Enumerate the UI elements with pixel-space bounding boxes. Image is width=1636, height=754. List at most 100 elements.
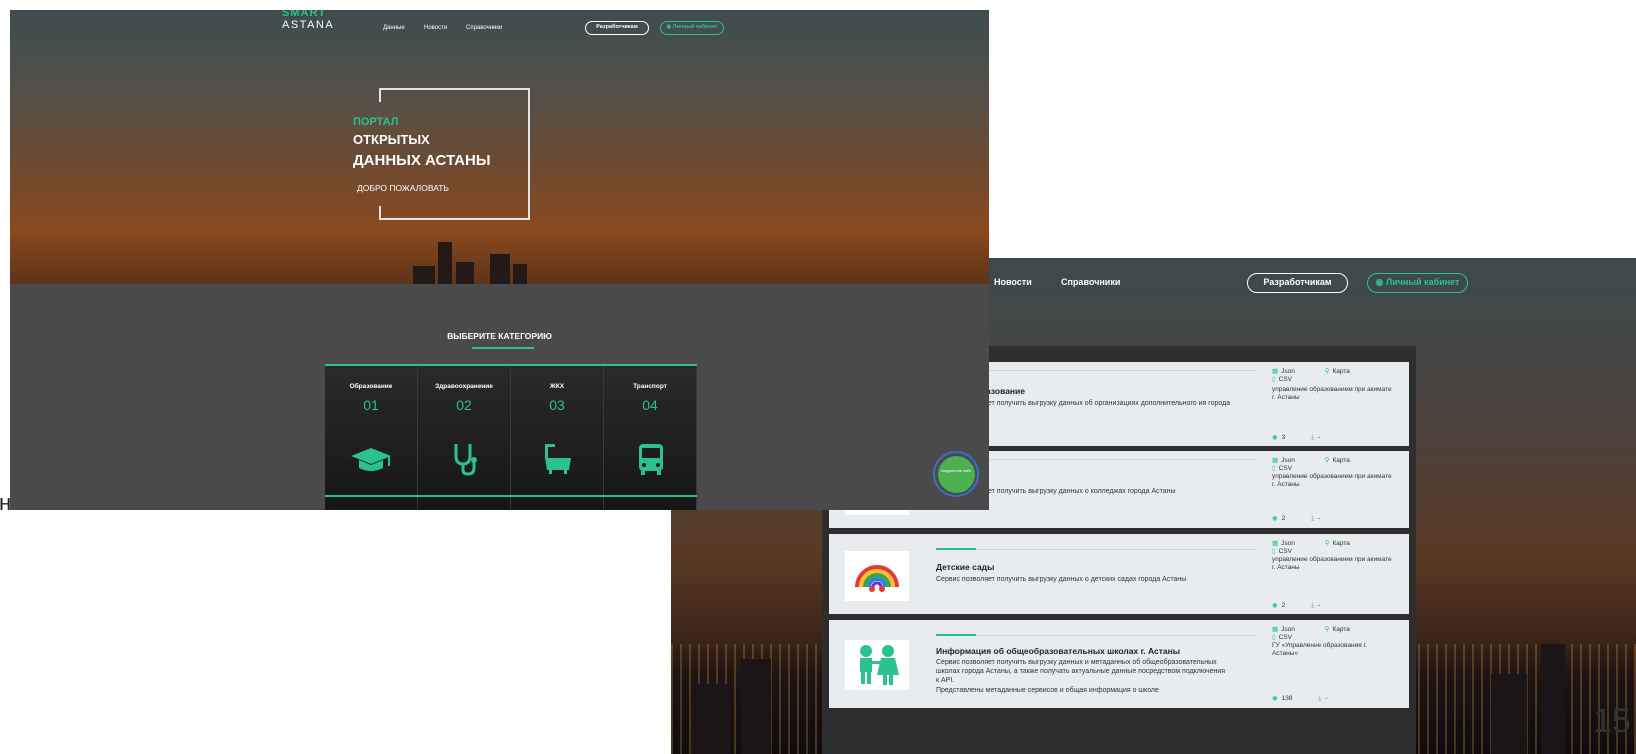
download-count: - [1317,602,1321,609]
map-pin-icon: ⚲ [1324,368,1330,375]
category-transport[interactable]: Транспорт 04 [604,366,697,510]
format-json[interactable]: ▦ Json [1272,626,1309,633]
building [490,254,510,284]
screenshot-home: SMART ASTANA Данные Новости Справочники … [10,10,989,510]
nav-news[interactable]: Новости [424,25,447,31]
developers-button[interactable]: Разработчикам [585,21,649,35]
format-csv[interactable]: ▯ CSV [1272,376,1306,383]
format-json[interactable]: ▦ Json [1272,457,1309,464]
file-icon: ▯ [1272,376,1276,383]
logo-smart[interactable]: SMART [282,10,326,19]
download-count: - [1317,515,1321,522]
format-list: ▦ Json ⚲ Карта ▯ CSV [1272,367,1409,383]
stray-text: н [0,490,12,515]
dataset-description: Сервис позволяет получить выгрузку данны… [936,576,1187,583]
format-label: CSV [1278,465,1292,472]
download-count: - [1325,695,1328,702]
format-label: Json [1281,368,1295,375]
dataset-card[interactable]: Детские сады Сервис позволяет получить в… [829,534,1409,614]
category-housing[interactable]: ЖКХ 03 [511,366,604,510]
format-list: ▦ Json ⚲ Карта ▯ CSV [1272,539,1409,555]
download-icon: ⤓ [1318,695,1322,702]
format-json[interactable]: ▦ Json [1272,540,1309,547]
dataset-owner: управление образованием при акимате г. А… [1272,386,1392,401]
table-icon: ▦ [1272,457,1279,464]
category-name: Здравоохранение [435,383,493,390]
hero-welcome: ДОБРО ПОЖАЛОВАТЬ [357,183,449,193]
building [456,262,474,284]
dataset-title[interactable]: Информация об общеобразовательных школах… [936,646,1180,656]
format-map[interactable]: ⚲ Карта [1325,626,1364,633]
user-icon: ◉ [1375,277,1386,287]
format-label: Json [1281,457,1295,464]
hero-title-data: ДАННЫХ АСТАНЫ [353,152,491,169]
category-grid: Образование 01 Здравоохранение 02 ЖКХ 03… [325,364,697,510]
category-name: ЖКХ [549,383,565,390]
format-map[interactable]: ⚲ Карта [1325,457,1364,464]
category-healthcare[interactable]: Здравоохранение 02 [418,366,511,510]
format-csv[interactable]: ▯ CSV [1272,548,1306,555]
dataset-stats: ◉ 2 ⤓ - [1272,514,1320,523]
stethoscope-icon [418,442,510,476]
category-number: 03 [549,397,565,413]
hero-title-portal: ПОРТАЛ [353,116,399,128]
format-label: Json [1281,540,1295,547]
dataset-stats: ◉ 138 ⤓ - [1272,694,1327,703]
dataset-thumbnail-rainbow [845,551,909,601]
dataset-description: ет позволяет получить выгрузку данных об… [953,400,1231,416]
format-map[interactable]: ⚲ Карта [1325,368,1364,375]
nav-references[interactable]: Справочники [1061,277,1120,287]
format-list: ▦ Json ⚲ Карта ▯ CSV [1272,625,1409,641]
children-icon [860,645,899,685]
format-map[interactable]: ⚲ Карта [1325,540,1364,547]
category-grid-bottom-line [325,495,697,497]
view-count: 138 [1281,695,1293,702]
categories-heading: ВЫБЕРИТЕ КАТЕГОРИЮ [447,331,552,341]
cabinet-label: Личный кабинет [1385,277,1460,287]
dataset-thumbnail-kids [845,640,909,690]
nav-references[interactable]: Справочники [466,25,502,31]
table-icon: ▦ [1272,368,1279,375]
help-button[interactable]: Нарушение сайт [933,451,979,497]
format-csv[interactable]: ▯ CSV [1272,634,1306,641]
building [413,266,435,284]
view-count: 2 [1281,602,1286,609]
view-count: 2 [1281,515,1286,522]
hero-banner: SMART ASTANA Данные Новости Справочники … [10,10,989,284]
file-icon: ▯ [1272,634,1276,641]
developers-button[interactable]: Разработчикам [1247,273,1348,293]
page-number: 15 [1593,702,1631,740]
graduation-cap-icon [325,442,417,476]
download-icon: ⤓ [1311,515,1314,522]
building [741,659,771,754]
map-pin-icon: ⚲ [1324,457,1330,464]
format-label: Карта [1332,457,1350,464]
eye-icon: ◉ [1272,515,1278,522]
building [691,684,731,754]
format-csv[interactable]: ▯ CSV [1272,465,1306,472]
format-label: Карта [1332,368,1350,375]
dataset-description: Сервис позволяет получить выгрузку данны… [936,659,1226,684]
dataset-owner: ГУ «Управление образования г. Астаны» [1272,642,1367,657]
cabinet-button[interactable]: ◉ Личный кабинет [1367,273,1468,293]
file-icon: ▯ [1272,465,1276,472]
format-label: Json [1281,626,1295,633]
download-count: - [1317,434,1321,441]
bathtub-icon [511,442,603,476]
hero-title-open: ОТКРЫТЫХ [353,132,430,147]
divider [936,634,1256,636]
dataset-owner: управление образованием при акимате г. А… [1272,556,1392,571]
nav-news[interactable]: Новости [994,277,1032,287]
dataset-card[interactable]: Информация об общеобразовательных школах… [829,620,1409,708]
bus-icon [604,442,696,476]
dataset-title[interactable]: Детские сады [936,562,994,572]
format-json[interactable]: ▦ Json [1272,368,1309,375]
building [438,242,452,284]
category-education[interactable]: Образование 01 [325,366,418,510]
map-pin-icon: ⚲ [1324,540,1330,547]
divider [936,548,1256,550]
cabinet-button[interactable]: ◉ Личный кабинет [660,21,724,35]
heading-underline [472,347,534,349]
logo-astana[interactable]: ASTANA [282,19,334,31]
nav-data[interactable]: Данные [383,25,405,31]
